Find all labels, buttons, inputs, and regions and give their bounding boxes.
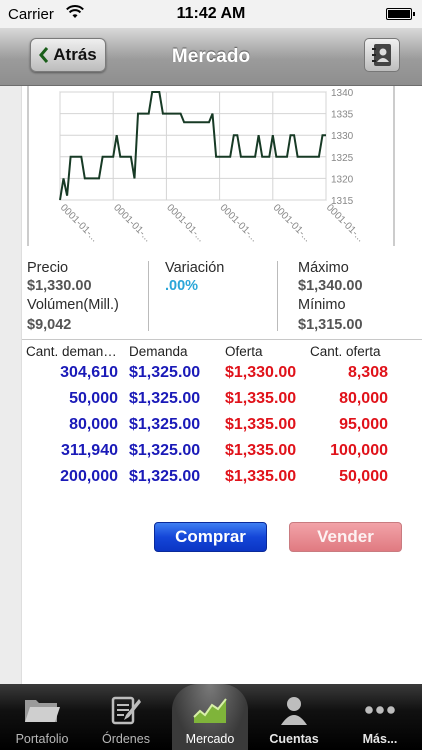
vender-button[interactable]: Vender xyxy=(289,522,402,552)
x-tick-label: 0001-01-... xyxy=(324,202,366,244)
cant-oferta-cell: 50,000 xyxy=(339,468,388,485)
cant-demanda-cell: 311,940 xyxy=(61,442,118,459)
section-divider xyxy=(22,339,422,340)
x-tick-label: 0001-01-... xyxy=(58,202,100,244)
comprar-button[interactable]: Comprar xyxy=(154,522,267,552)
cant-oferta-cell: 100,000 xyxy=(330,442,388,459)
demanda-cell: $1,325.00 xyxy=(129,468,201,485)
cant-oferta-cell: 95,000 xyxy=(339,416,388,433)
table-row[interactable]: 80,000 $1,325.00 $1,335.00 95,000 xyxy=(22,416,422,442)
minimo-value: $1,315.00 xyxy=(298,317,363,333)
folder-icon xyxy=(25,700,60,722)
market-icon xyxy=(193,698,227,723)
y-tick-label: 1340 xyxy=(331,88,354,99)
tab-bar: Portafolio Órdenes Mercado Cuentas Más..… xyxy=(0,684,422,750)
tab-ordenes[interactable]: Órdenes xyxy=(84,684,168,750)
minimo-label: Mínimo xyxy=(298,297,346,313)
tab-portafolio[interactable]: Portafolio xyxy=(0,684,84,750)
variacion-value: .00% xyxy=(165,278,199,294)
user-icon xyxy=(281,697,307,725)
oferta-cell: $1,335.00 xyxy=(225,416,297,433)
back-button[interactable]: Atrás xyxy=(30,38,106,72)
oferta-cell: $1,335.00 xyxy=(225,468,297,485)
table-row[interactable]: 304,610 $1,325.00 $1,330.00 8,308 xyxy=(22,364,422,390)
column-divider xyxy=(148,261,149,331)
y-tick-label: 1330 xyxy=(331,131,354,142)
price-chart-svg: 1340133513301325132013150001-01-... 0001-… xyxy=(27,86,395,246)
demanda-cell: $1,325.00 xyxy=(129,390,201,407)
cant-demanda-cell: 80,000 xyxy=(69,416,118,433)
table-row[interactable]: 200,000 $1,325.00 $1,335.00 50,000 xyxy=(22,468,422,494)
more-icon xyxy=(365,706,395,714)
battery-icon xyxy=(386,8,415,20)
oferta-cell: $1,335.00 xyxy=(225,442,297,459)
tab-label: Órdenes xyxy=(102,732,150,746)
price-chart: 1340 1335 1330 1325 1320 1315 0001-01-... 0001-… xyxy=(22,86,400,246)
contact-button[interactable] xyxy=(364,38,400,72)
column-divider xyxy=(277,261,278,331)
oferta-cell: $1,330.00 xyxy=(225,364,297,381)
header-demanda: Demanda xyxy=(129,344,188,359)
tab-mercado[interactable]: Mercado xyxy=(172,684,248,750)
back-button-label: Atrás xyxy=(53,45,97,64)
maximo-value: $1,340.00 xyxy=(298,278,363,294)
tab-label: Cuentas xyxy=(269,732,319,746)
order-book-header: Cant. deman… Demanda Oferta Cant. oferta xyxy=(22,342,422,364)
x-tick-label: 0001-01-... xyxy=(164,202,206,244)
cant-demanda-cell: 200,000 xyxy=(60,468,118,485)
tab-label: Más... xyxy=(362,732,398,746)
y-tick-label: 1335 xyxy=(331,110,354,121)
header-oferta: Oferta xyxy=(225,344,263,359)
chevron-left-icon xyxy=(39,47,49,63)
table-row[interactable]: 50,000 $1,325.00 $1,335.00 80,000 xyxy=(22,390,422,416)
x-tick-label: 0001-01-... xyxy=(217,202,259,244)
table-row[interactable]: 311,940 $1,325.00 $1,335.00 100,000 xyxy=(22,442,422,468)
variacion-label: Variación xyxy=(165,260,225,276)
navigation-bar: Atrás Mercado xyxy=(0,28,422,86)
address-book-icon xyxy=(372,44,391,66)
cant-demanda-cell: 50,000 xyxy=(69,390,118,407)
tab-cuentas[interactable]: Cuentas xyxy=(252,684,336,750)
precio-value: $1,330.00 xyxy=(27,278,92,294)
volumen-label: Volúmen(Mill.) xyxy=(27,297,119,313)
demanda-cell: $1,325.00 xyxy=(129,416,201,433)
oferta-cell: $1,335.00 xyxy=(225,390,297,407)
market-summary: Precio $1,330.00 Volúmen(Mill.) $9,042 V… xyxy=(22,258,400,336)
precio-label: Precio xyxy=(27,260,69,276)
maximo-label: Máximo xyxy=(298,260,349,276)
cant-oferta-cell: 80,000 xyxy=(339,390,388,407)
tab-mas[interactable]: Más... xyxy=(338,684,422,750)
y-tick-label: 1325 xyxy=(331,153,354,164)
x-tick-label: 0001-01-... xyxy=(271,202,313,244)
cant-demanda-cell: 304,610 xyxy=(60,364,118,381)
header-cant-oferta: Cant. oferta xyxy=(310,344,381,359)
header-cant-demanda: Cant. deman… xyxy=(26,344,117,359)
orders-icon xyxy=(111,696,141,725)
status-time: 11:42 AM xyxy=(176,5,246,22)
side-rail xyxy=(0,86,22,684)
volumen-value: $9,042 xyxy=(27,317,72,333)
status-bar: Carrier 11:42 AM xyxy=(0,0,422,28)
x-tick-label: 0001-01-... xyxy=(111,202,153,244)
demanda-cell: $1,325.00 xyxy=(129,364,201,381)
demanda-cell: $1,325.00 xyxy=(129,442,201,459)
cant-oferta-cell: 8,308 xyxy=(347,364,388,381)
tab-label: Mercado xyxy=(185,732,235,746)
tab-label: Portafolio xyxy=(15,732,69,746)
y-tick-label: 1320 xyxy=(331,174,354,185)
plot-area xyxy=(59,91,327,201)
order-book: Cant. deman… Demanda Oferta Cant. oferta… xyxy=(22,342,422,494)
